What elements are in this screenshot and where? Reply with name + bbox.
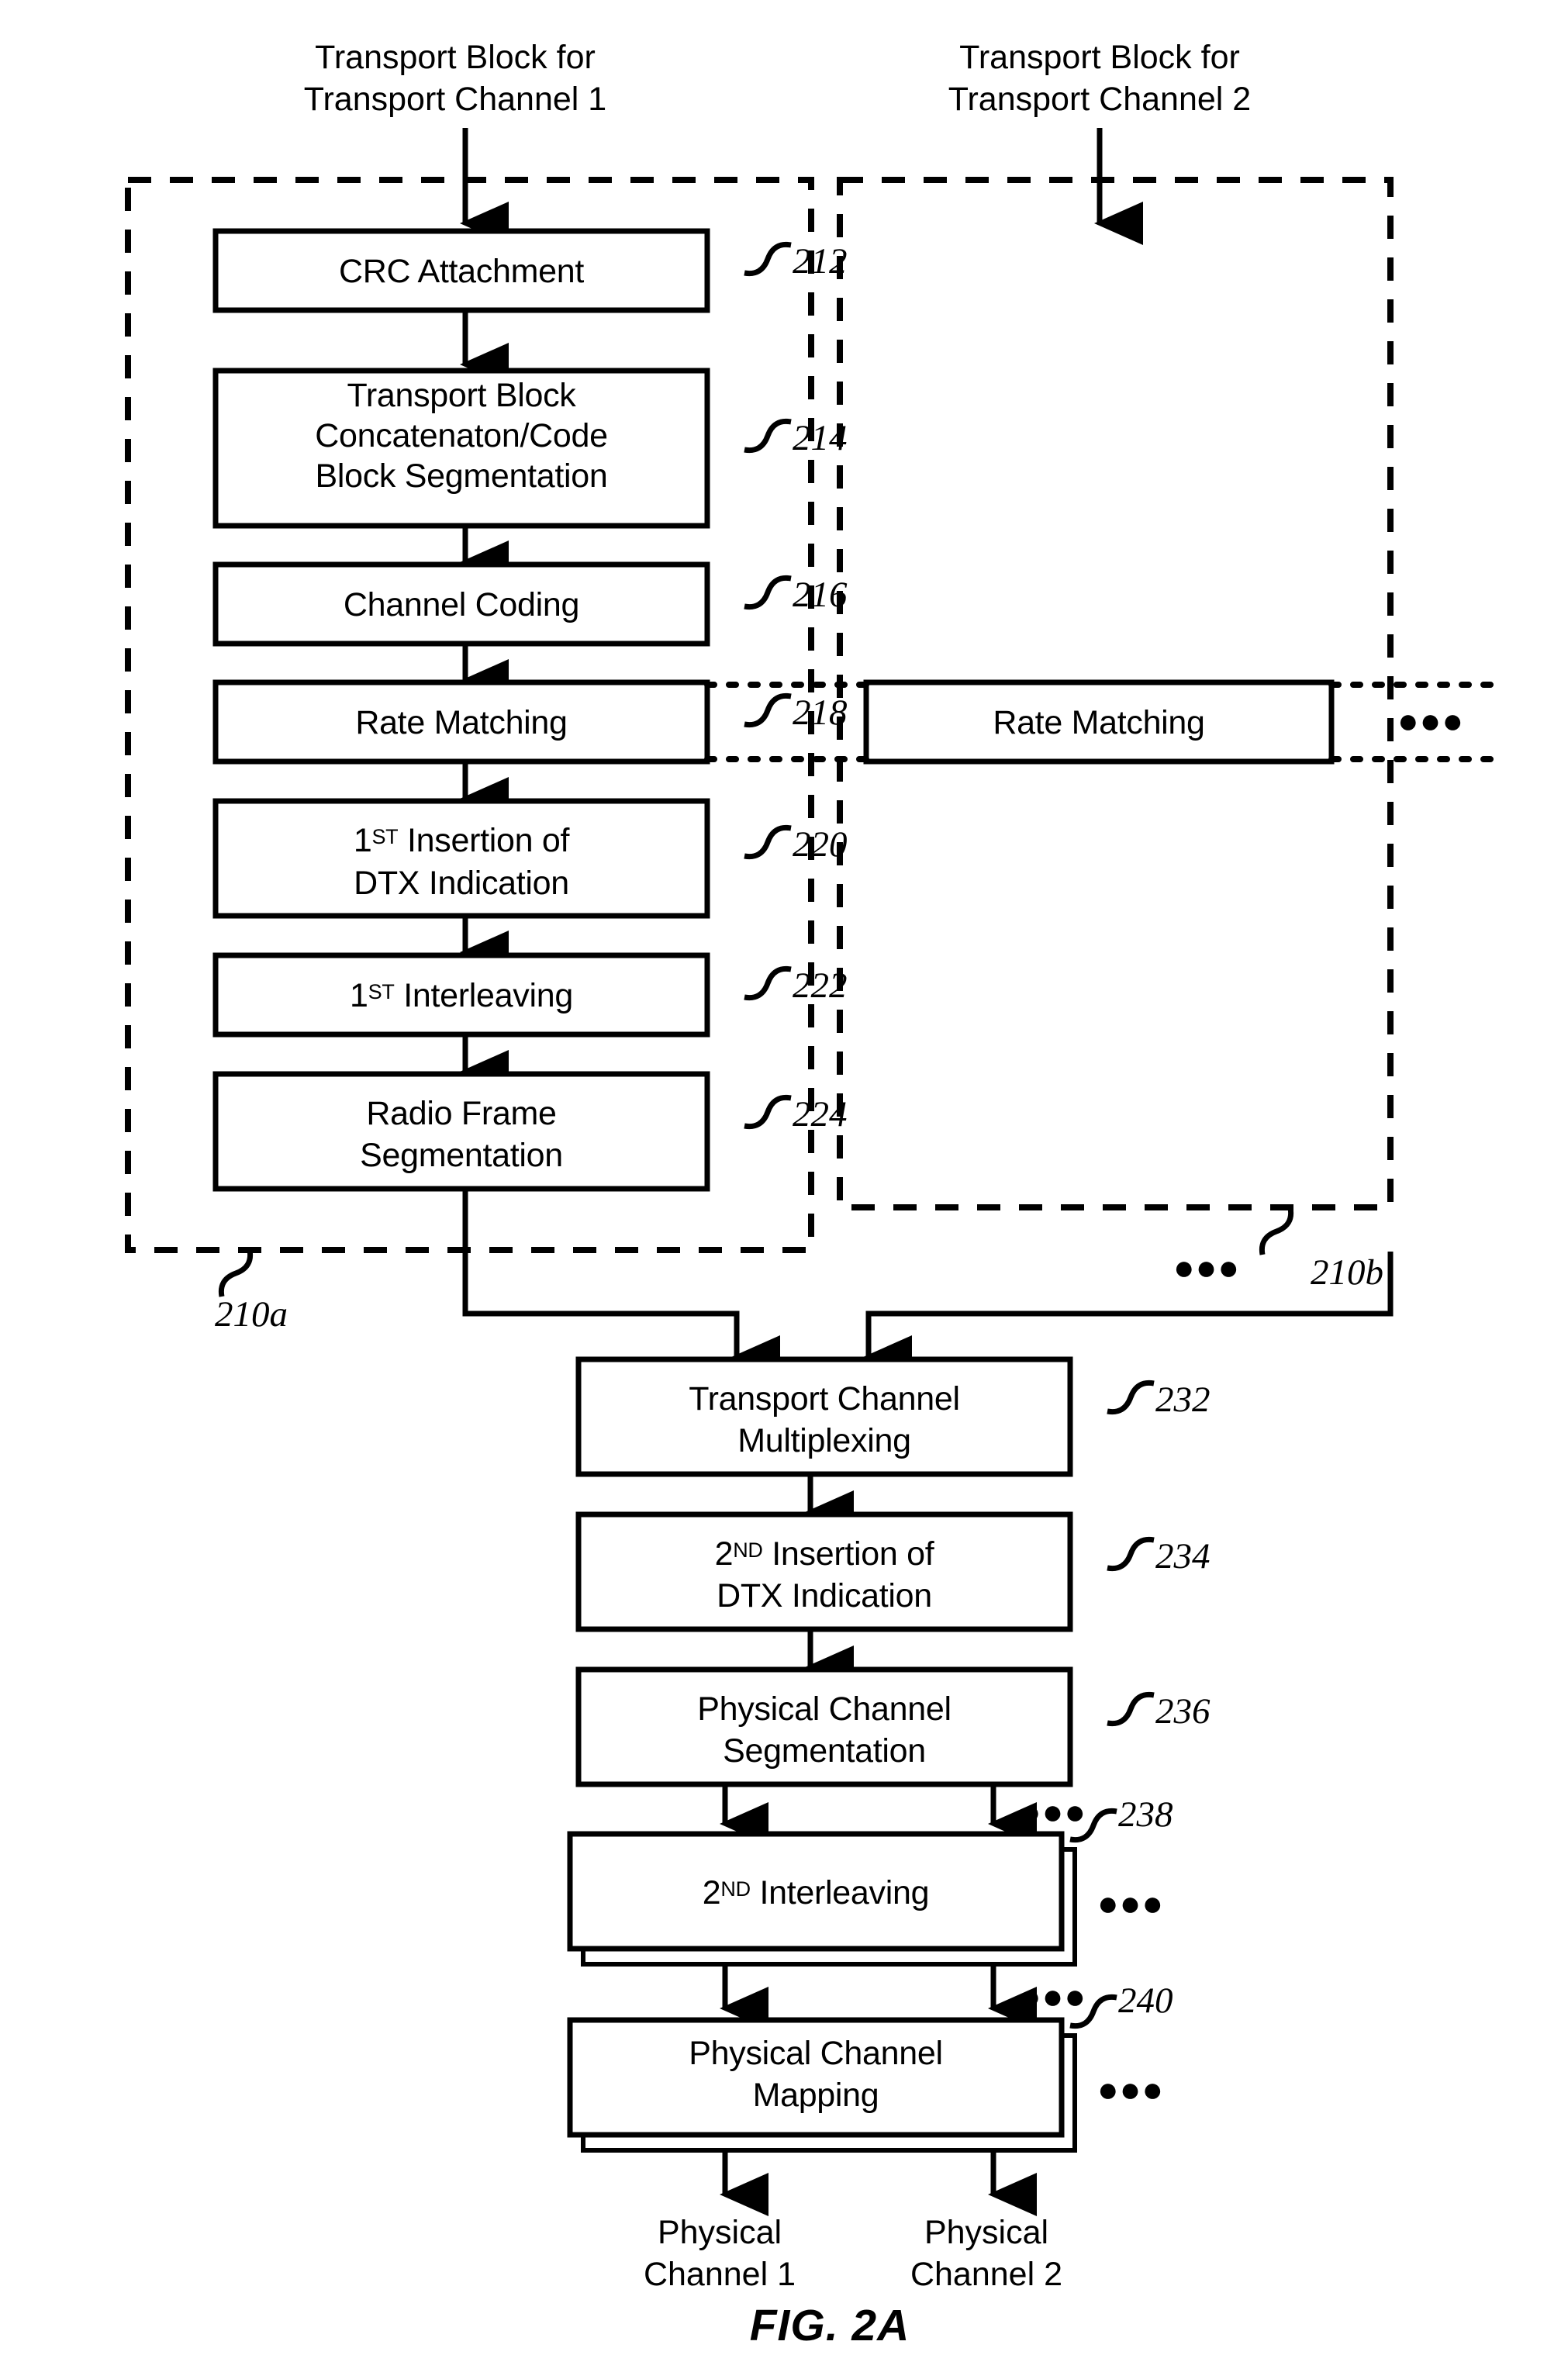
ref-number-210a: 210a xyxy=(215,1294,288,1335)
box-214-line2: Concatenaton/Code xyxy=(315,417,607,454)
leader-216 xyxy=(744,575,792,610)
ellipsis-rate-matching-row: ●●● xyxy=(1397,700,1464,741)
input-tc1-line1: Transport Block for xyxy=(315,39,596,76)
input-label-transport-channel-1: Transport Block for Transport Channel 1 xyxy=(304,39,606,118)
ref-number-212: 212 xyxy=(793,241,848,281)
path-224-to-232 xyxy=(462,1189,780,1379)
figure-caption: FIG. 2A xyxy=(750,2301,910,2350)
leader-210b xyxy=(1259,1207,1294,1255)
ref-number-210b: 210b xyxy=(1311,1252,1383,1293)
ref-number-222: 222 xyxy=(793,965,848,1006)
ref-number-234: 234 xyxy=(1155,1536,1211,1576)
ellipsis-236-outputs: ●●● xyxy=(1020,1791,1086,1832)
ref-number-216: 216 xyxy=(793,575,848,615)
leader-210a xyxy=(218,1249,254,1297)
box-234-line2: DTX Indication xyxy=(717,1577,932,1614)
figure-2a-container: Transport Block for Transport Channel 1 … xyxy=(0,0,1568,2362)
box-214-line3: Block Segmentation xyxy=(315,458,607,495)
output-pc2-line2: Channel 2 xyxy=(910,2256,1062,2293)
leader-220 xyxy=(744,824,792,860)
ellipsis-group-row: ●●● xyxy=(1173,1247,1240,1287)
input-tc1-line2: Transport Channel 1 xyxy=(304,81,606,118)
box-236-line1: Physical Channel xyxy=(697,1690,951,1728)
box-232-line2: Multiplexing xyxy=(737,1422,910,1459)
ref-number-220: 220 xyxy=(793,824,848,865)
leader-214 xyxy=(744,418,792,454)
box-220-line2: DTX Indication xyxy=(354,865,569,902)
ref-number-232: 232 xyxy=(1155,1380,1211,1420)
leader-218 xyxy=(744,692,792,728)
ref-number-218: 218 xyxy=(793,692,848,733)
ellipsis-238-outputs: ●●● xyxy=(1020,1976,1086,2016)
box-240-line2: Mapping xyxy=(753,2077,879,2114)
patent-flow-diagram: Transport Block for Transport Channel 1 … xyxy=(125,39,1500,2350)
output-label-physical-channel-1: Physical Channel 1 xyxy=(644,2214,796,2293)
leader-232 xyxy=(1107,1380,1155,1415)
box-224-line2: Segmentation xyxy=(360,1137,563,1174)
box-rate-matching-2-label: Rate Matching xyxy=(993,704,1204,741)
input-tc2-line1: Transport Block for xyxy=(959,39,1240,76)
input-label-transport-channel-2: Transport Block for Transport Channel 2 xyxy=(948,39,1251,118)
box-224-line1: Radio Frame xyxy=(366,1095,556,1132)
ref-number-238: 238 xyxy=(1118,1794,1173,1835)
leader-224 xyxy=(744,1094,792,1130)
box-crc-attachment-label: CRC Attachment xyxy=(339,253,584,290)
box-channel-coding-label: Channel Coding xyxy=(344,586,579,623)
leader-236 xyxy=(1107,1691,1155,1727)
output-pc1-line1: Physical xyxy=(658,2214,782,2251)
ref-number-224: 224 xyxy=(793,1094,848,1134)
output-pc2-line1: Physical xyxy=(924,2214,1048,2251)
leader-222 xyxy=(744,965,792,1001)
ref-number-236: 236 xyxy=(1155,1691,1211,1732)
output-label-physical-channel-2: Physical Channel 2 xyxy=(910,2214,1062,2293)
input-tc2-line2: Transport Channel 2 xyxy=(948,81,1251,118)
box-236-line2: Segmentation xyxy=(723,1732,926,1770)
ellipsis-238-stack: ●●● xyxy=(1097,1883,1164,1923)
box-rate-matching-1-label: Rate Matching xyxy=(355,704,567,741)
box-240-line1: Physical Channel xyxy=(689,2035,942,2072)
leader-212 xyxy=(744,241,792,277)
box-214-line1: Transport Block xyxy=(347,377,576,414)
box-232-line1: Transport Channel xyxy=(689,1380,959,1418)
ellipsis-240-stack: ●●● xyxy=(1097,2069,1164,2109)
ref-number-240: 240 xyxy=(1118,1980,1173,2021)
ref-number-214: 214 xyxy=(793,418,848,458)
leader-234 xyxy=(1107,1536,1155,1572)
output-pc1-line2: Channel 1 xyxy=(644,2256,796,2293)
